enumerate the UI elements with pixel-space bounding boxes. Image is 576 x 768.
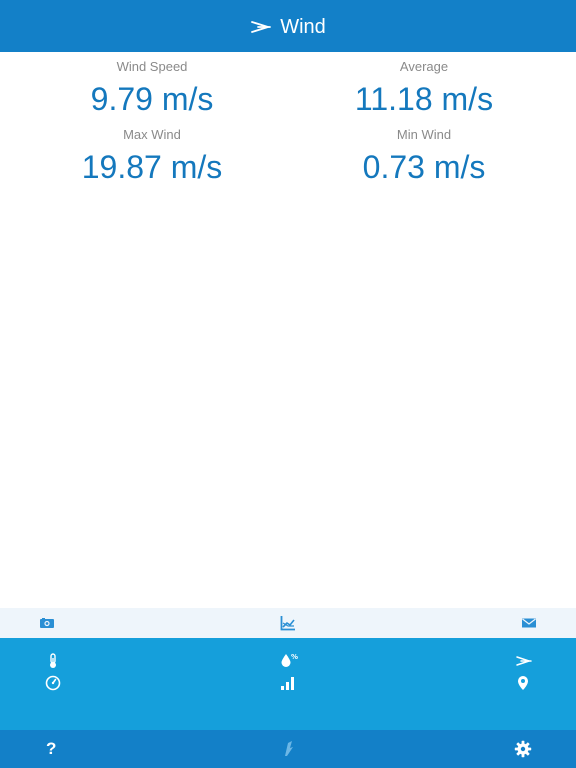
stat-value: 11.18 m/s bbox=[354, 81, 494, 117]
stat-label: Min Wind bbox=[396, 127, 452, 142]
header-title-group: Wind bbox=[250, 14, 326, 39]
stat-wind-speed: Wind Speed 9.79 m/s bbox=[8, 59, 296, 119]
action-strip bbox=[0, 608, 576, 638]
thermometer-icon[interactable] bbox=[45, 653, 61, 669]
pressure-gauge-icon[interactable] bbox=[45, 675, 61, 691]
camera-icon[interactable] bbox=[39, 615, 55, 631]
humidity-icon[interactable]: % bbox=[280, 652, 298, 668]
stat-label: Max Wind bbox=[123, 127, 181, 142]
stat-value: 19.87 m/s bbox=[81, 149, 223, 185]
signal-bars-icon[interactable] bbox=[280, 675, 296, 691]
header-bar: Wind bbox=[0, 0, 576, 52]
sensor-nav-grid: % bbox=[0, 638, 576, 730]
bottom-toolbar: ? bbox=[0, 730, 576, 768]
chart-icon[interactable] bbox=[280, 615, 296, 631]
stat-max-wind: Max Wind 19.87 m/s bbox=[8, 127, 296, 187]
wind-icon[interactable] bbox=[515, 653, 532, 669]
stat-label: Wind Speed bbox=[116, 59, 188, 74]
mail-icon[interactable] bbox=[521, 615, 537, 631]
settings-icon[interactable] bbox=[514, 740, 532, 763]
stat-value: 9.79 m/s bbox=[90, 81, 214, 117]
vane-icon[interactable] bbox=[281, 740, 295, 763]
svg-text:%: % bbox=[291, 653, 298, 661]
stat-label: Average bbox=[399, 59, 449, 74]
help-icon[interactable]: ? bbox=[46, 740, 56, 758]
stat-average: Average 11.18 m/s bbox=[280, 59, 568, 119]
wind-screen: Wind Wind Speed 9.79 m/s Average 11.18 m… bbox=[0, 0, 576, 768]
page-title: Wind bbox=[280, 15, 326, 38]
location-pin-icon[interactable] bbox=[515, 675, 531, 691]
stat-min-wind: Min Wind 0.73 m/s bbox=[280, 127, 568, 187]
stat-value: 0.73 m/s bbox=[362, 149, 486, 185]
wind-icon bbox=[250, 19, 272, 35]
